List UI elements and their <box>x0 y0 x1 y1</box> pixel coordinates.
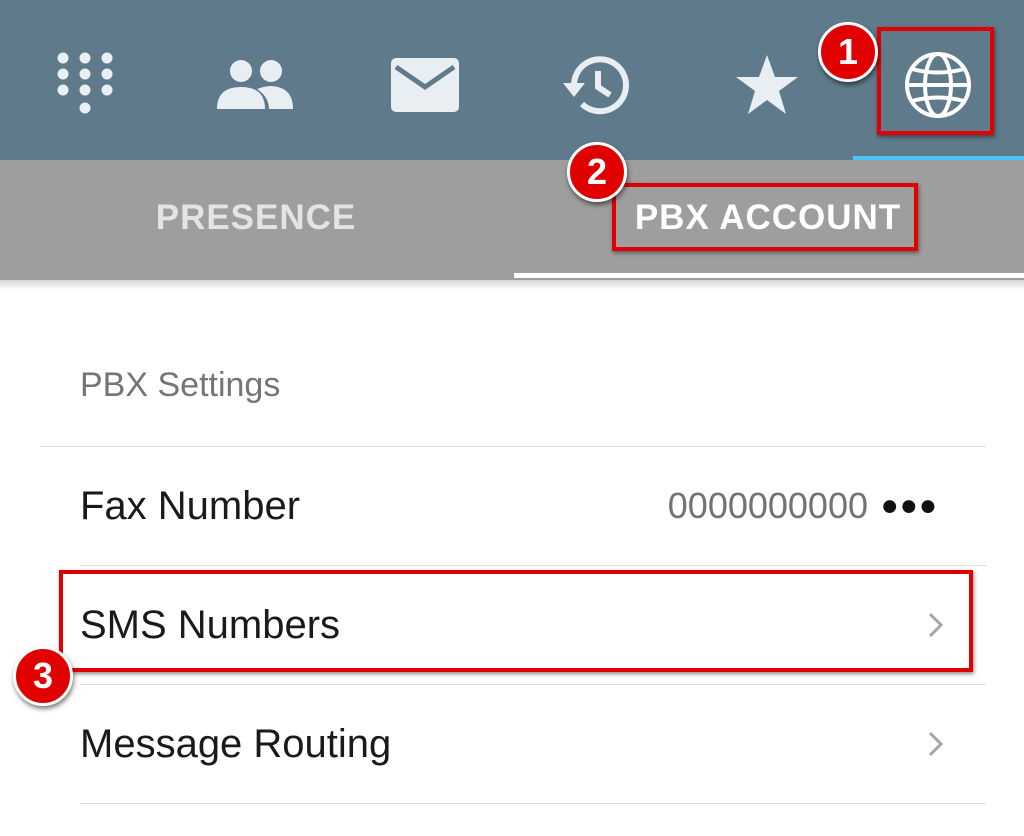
message-routing-row[interactable]: Message Routing <box>80 685 960 803</box>
message-routing-label: Message Routing <box>80 722 392 766</box>
step-1-badge: 1 <box>818 22 878 82</box>
subtab-shadow <box>0 280 1024 290</box>
top-navigation-bar <box>0 0 1024 160</box>
contacts-icon[interactable] <box>200 30 310 140</box>
chevron-right-icon <box>928 731 944 757</box>
more-options-icon[interactable]: ●●● <box>881 447 938 565</box>
step-2-badge: 2 <box>567 142 627 202</box>
callout-highlight-pbx-account <box>612 183 918 251</box>
history-icon[interactable] <box>540 30 650 140</box>
callout-highlight-globe <box>877 27 994 135</box>
fax-number-value: 0000000000 <box>667 485 868 526</box>
messages-icon[interactable] <box>370 30 480 140</box>
dialpad-icon[interactable] <box>30 30 140 140</box>
fax-number-label: Fax Number <box>80 484 301 528</box>
tab-presence[interactable]: PRESENCE <box>0 160 512 276</box>
step-3-badge: 3 <box>13 646 73 706</box>
callout-highlight-sms-numbers <box>59 570 973 672</box>
active-subtab-indicator <box>514 273 1024 278</box>
divider <box>80 803 986 804</box>
section-header-pbx-settings: PBX Settings <box>80 366 281 404</box>
fax-number-row[interactable]: Fax Number 0000000000 ●●● <box>80 447 960 565</box>
favorites-icon[interactable] <box>712 30 822 140</box>
